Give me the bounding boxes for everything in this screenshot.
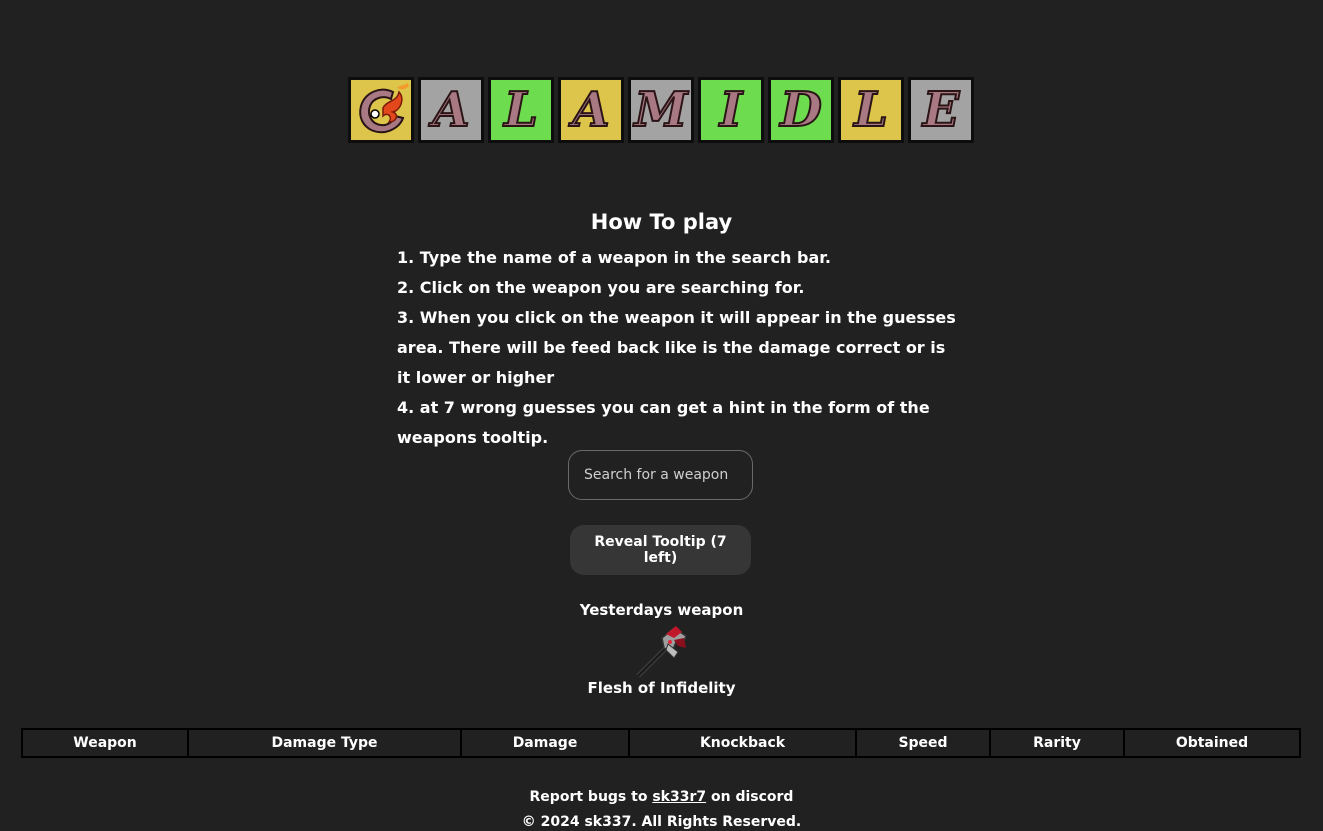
reveal-tooltip-button[interactable]: Reveal Tooltip (7 left) (570, 525, 751, 575)
report-bugs-prefix: Report bugs to (529, 789, 648, 805)
flame-c-icon (359, 82, 409, 134)
how-to-play-steps: 1. Type the name of a weapon in the sear… (397, 243, 957, 453)
yesterdays-weapon-name: Flesh of Infidelity (587, 679, 736, 697)
logo-letter: D (779, 82, 823, 138)
logo-letter: I (719, 82, 743, 138)
logo-tile-l2: L (838, 77, 904, 143)
logo-tile-l1: L (488, 77, 554, 143)
footer: Report bugs to sk33r7 on discord © 2024 … (0, 785, 1323, 831)
step-3: 3. When you click on the weapon it will … (397, 308, 956, 387)
step-1: 1. Type the name of a weapon in the sear… (397, 248, 831, 267)
logo-tile-a2: A (558, 77, 624, 143)
weapon-search-input[interactable] (568, 450, 753, 500)
logo-letter: L (853, 82, 889, 138)
page: A L A M I D L E How To play 1. Type the … (0, 0, 1323, 831)
col-damage: Damage (460, 728, 630, 758)
discord-user-link[interactable]: sk33r7 (652, 789, 706, 805)
report-bugs-suffix: on discord (710, 789, 794, 805)
logo-letter: A (431, 82, 470, 138)
axe-weapon-icon (636, 626, 687, 678)
guesses-table: Weapon Damage Type Damage Knockback Spee… (21, 728, 1301, 758)
step-4: 4. at 7 wrong guesses you can get a hint… (397, 398, 930, 447)
col-knockback: Knockback (628, 728, 857, 758)
logo-letter: M (633, 82, 688, 138)
logo-letter: A (571, 82, 610, 138)
table-header-row: Weapon Damage Type Damage Knockback Spee… (21, 728, 1301, 758)
step-2: 2. Click on the weapon you are searching… (397, 278, 805, 297)
logo-letter: L (503, 82, 539, 138)
logo-tile-e: E (908, 77, 974, 143)
how-to-play-title: How To play (590, 210, 733, 234)
copyright: © 2024 sk337. All Rights Reserved. (521, 814, 802, 830)
report-bugs-line: Report bugs to sk33r7 on discord (0, 785, 1323, 810)
logo-letter: E (922, 82, 961, 138)
logo-tile-i: I (698, 77, 764, 143)
col-obtained: Obtained (1123, 728, 1301, 758)
yesterdays-weapon-label: Yesterdays weapon (579, 601, 744, 619)
col-damage-type: Damage Type (187, 728, 462, 758)
logo-tile-a1: A (418, 77, 484, 143)
col-speed: Speed (855, 728, 991, 758)
logo-tile-d: D (768, 77, 834, 143)
logo-tile-m: M (628, 77, 694, 143)
calamidle-logo: A L A M I D L E (348, 77, 974, 143)
col-weapon: Weapon (21, 728, 189, 758)
logo-tile-c (348, 77, 414, 143)
col-rarity: Rarity (989, 728, 1125, 758)
